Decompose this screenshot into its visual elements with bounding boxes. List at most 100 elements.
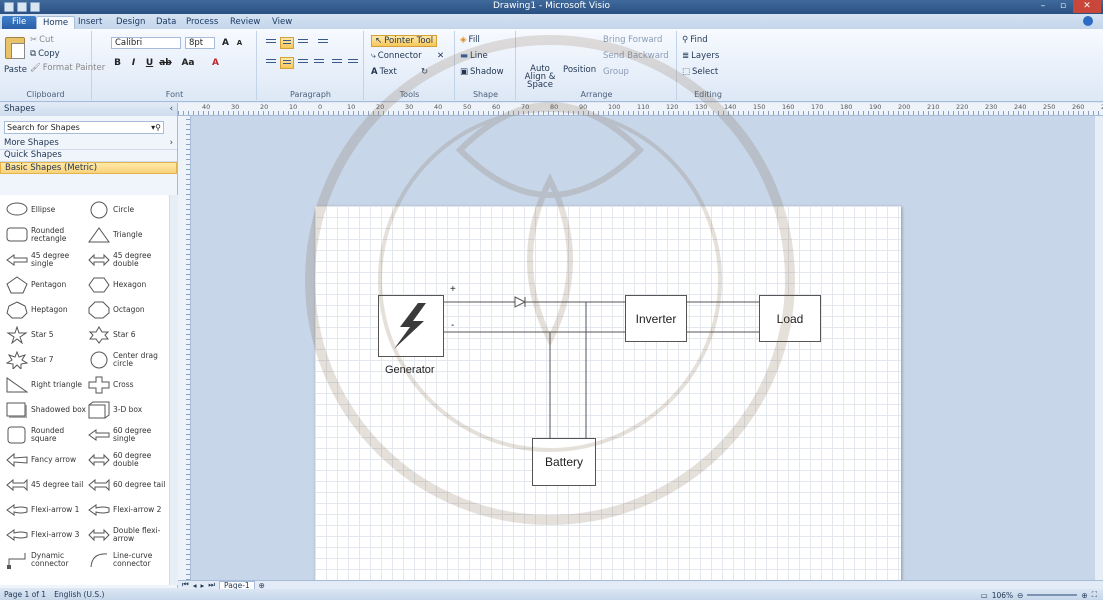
help-icon[interactable] — [1083, 16, 1093, 26]
shape-item[interactable]: 45 degree tail — [6, 474, 88, 496]
close-button[interactable]: ✕ — [1073, 0, 1101, 13]
shape-item[interactable]: Ellipse — [6, 199, 88, 221]
bring-forward-button[interactable]: Bring Forward — [603, 35, 662, 45]
increase-indent-button[interactable] — [346, 57, 360, 69]
battery-shape[interactable]: Battery — [532, 438, 596, 486]
connector-button[interactable]: ⤷ Connector — [371, 51, 422, 61]
shape-item[interactable]: Dynamic connector — [6, 549, 88, 571]
font-size-select[interactable]: 8pt — [185, 37, 215, 49]
shape-item[interactable]: 60 degree tail — [88, 474, 170, 496]
align-top-button[interactable] — [264, 37, 278, 49]
font-family-select[interactable]: Calibri — [111, 37, 181, 49]
pointer-tool-button[interactable]: ↖ Pointer Tool — [371, 35, 438, 47]
collapse-pane-icon[interactable]: ‹ — [170, 104, 173, 115]
shape-item[interactable]: 3-D box — [88, 399, 170, 421]
generator-shape[interactable] — [378, 295, 444, 357]
layers-button[interactable]: ≣ Layers — [682, 51, 719, 61]
shrink-font-button[interactable]: A — [233, 37, 246, 49]
shape-item[interactable]: Pentagon — [6, 274, 88, 296]
search-icon[interactable]: ▾⚲ — [151, 123, 161, 132]
shape-item[interactable]: Circle — [88, 199, 170, 221]
justify-button[interactable] — [312, 57, 326, 69]
shape-item[interactable]: Rounded square — [6, 424, 88, 446]
select-button[interactable]: ⬚ Select — [682, 67, 718, 77]
bullets-button[interactable] — [316, 37, 330, 49]
drawing-page[interactable]: Generator + - Inverter Load Battery — [315, 206, 901, 586]
shape-item[interactable]: 45 degree single — [6, 249, 88, 271]
shape-item[interactable]: Center drag circle — [88, 349, 170, 371]
align-bottom-button[interactable] — [296, 37, 310, 49]
position-button[interactable]: Position — [563, 65, 596, 75]
zoom-in-icon[interactable]: ⊕ — [1081, 591, 1087, 600]
more-shapes-link[interactable]: More Shapes › — [0, 138, 177, 150]
tab-file[interactable]: File — [2, 16, 37, 29]
zoom-level[interactable]: 106% — [992, 591, 1013, 600]
align-left-button[interactable] — [264, 57, 278, 69]
load-shape[interactable]: Load — [759, 295, 821, 342]
rotate-icon[interactable]: ↻ — [421, 67, 428, 77]
italic-button[interactable]: I — [127, 57, 140, 69]
maximize-button[interactable]: ▫ — [1053, 0, 1073, 13]
shape-item[interactable]: 45 degree double — [88, 249, 170, 271]
tab-review[interactable]: Review — [224, 16, 266, 29]
search-shapes-input[interactable]: Search for Shapes ▾⚲ — [4, 120, 164, 134]
zoom-slider[interactable] — [1027, 594, 1078, 596]
copy-button[interactable]: ⧉ Copy — [30, 49, 60, 59]
shape-item[interactable]: Fancy arrow — [6, 449, 88, 471]
fill-button[interactable]: ◈ Fill — [460, 35, 480, 45]
shape-item[interactable]: Line-curve connector — [88, 549, 170, 571]
shape-item[interactable]: Star 5 — [6, 324, 88, 346]
shape-item[interactable]: Star 7 — [6, 349, 88, 371]
font-color-button[interactable]: A — [209, 57, 222, 69]
shape-item[interactable]: Flexi-arrow 2 — [88, 499, 170, 521]
drawing-canvas[interactable]: Generator + - Inverter Load Battery — [191, 116, 1096, 586]
align-middle-button[interactable] — [280, 37, 294, 49]
paste-icon[interactable] — [5, 37, 25, 59]
grow-font-button[interactable]: A — [219, 37, 232, 49]
shape-item[interactable]: Heptagon — [6, 299, 88, 321]
full-screen-icon[interactable]: ▭ — [981, 591, 988, 600]
shape-item[interactable]: 60 degree single — [88, 424, 170, 446]
auto-align-button[interactable]: Auto Align & Space — [521, 65, 559, 90]
stencil-scrollbar[interactable] — [169, 195, 178, 585]
minimize-button[interactable]: – — [1033, 0, 1053, 13]
change-case-button[interactable]: Aa — [179, 57, 197, 69]
tab-insert[interactable]: Insert — [72, 16, 108, 29]
tab-design[interactable]: Design — [110, 16, 151, 29]
underline-button[interactable]: U — [143, 57, 156, 69]
quick-shapes-link[interactable]: Quick Shapes — [0, 150, 177, 162]
cut-button[interactable]: ✂ Cut — [30, 35, 54, 45]
shape-item[interactable]: Flexi-arrow 1 — [6, 499, 88, 521]
inverter-shape[interactable]: Inverter — [625, 295, 687, 342]
bold-button[interactable]: B — [111, 57, 124, 69]
fit-page-icon[interactable]: ⛶ — [1092, 590, 1097, 600]
tab-view[interactable]: View — [266, 16, 298, 29]
strikethrough-button[interactable]: ab — [159, 57, 172, 69]
tab-data[interactable]: Data — [150, 16, 182, 29]
shape-item[interactable]: Octagon — [88, 299, 170, 321]
shape-item[interactable]: Cross — [88, 374, 170, 396]
shape-item[interactable]: Shadowed box — [6, 399, 88, 421]
align-right-button[interactable] — [296, 57, 310, 69]
find-button[interactable]: ⚲ Find — [682, 35, 708, 45]
shape-item[interactable]: Right triangle — [6, 374, 88, 396]
vertical-scrollbar[interactable] — [1095, 116, 1103, 580]
shape-item[interactable]: Hexagon — [88, 274, 170, 296]
shape-item[interactable]: Double flexi-arrow — [88, 524, 170, 546]
shadow-button[interactable]: ▣ Shadow — [460, 67, 504, 77]
close-tool-icon[interactable]: ✕ — [437, 51, 444, 61]
line-button[interactable]: ▬ Line — [460, 51, 488, 61]
tab-home[interactable]: Home — [36, 16, 76, 29]
decrease-indent-button[interactable] — [330, 57, 344, 69]
tab-process[interactable]: Process — [180, 16, 224, 29]
stencil-basic-shapes[interactable]: Basic Shapes (Metric) — [0, 162, 177, 174]
group-button[interactable]: Group — [603, 67, 629, 77]
shape-item[interactable]: Star 6 — [88, 324, 170, 346]
zoom-out-icon[interactable]: ⊖ — [1017, 591, 1023, 600]
shape-item[interactable]: Rounded rectangle — [6, 224, 88, 246]
shape-item[interactable]: Triangle — [88, 224, 170, 246]
send-backward-button[interactable]: Send Backward — [603, 51, 669, 61]
align-center-button[interactable] — [280, 57, 294, 69]
shape-item[interactable]: Flexi-arrow 3 — [6, 524, 88, 546]
paste-button[interactable]: Paste — [4, 65, 27, 75]
